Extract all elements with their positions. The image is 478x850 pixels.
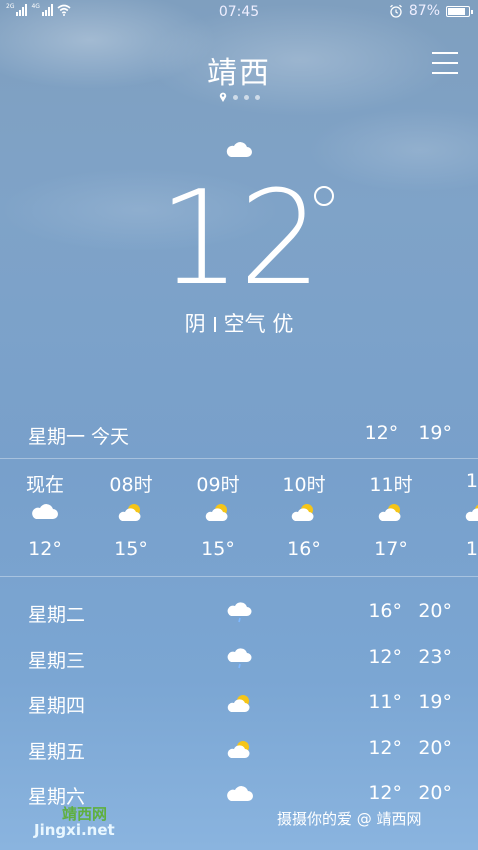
day-name: 星期五 [28, 740, 86, 763]
today-row: 星期一 今天 12° 19° [28, 422, 452, 449]
day-row[interactable]: 星期四 11° 19° [0, 687, 478, 727]
day-row[interactable]: 星期二 16° 20° [0, 596, 478, 636]
city-title[interactable]: 靖西 [0, 48, 478, 92]
cloud-icon [226, 142, 252, 157]
hour-label: 12 [465, 470, 478, 492]
location-pin-icon [219, 92, 226, 102]
hourly-forecast[interactable]: 现在 12° 08时 15° 09时 15° 10时 16° 11时 17° 12 18 [0, 470, 478, 570]
hour-temp: 15° [201, 538, 235, 560]
hour-temp: 15° [114, 538, 148, 560]
alarm-icon [389, 4, 402, 18]
hour-item: 09时 15° [188, 470, 248, 560]
day-high: 19° [418, 691, 452, 713]
hour-label: 现在 [25, 474, 64, 496]
day-low: 12° [368, 782, 402, 804]
day-low: 12° [368, 645, 402, 668]
light-rain-icon [227, 647, 252, 668]
day-row[interactable]: 星期三 12° 23° [0, 642, 478, 682]
today-low: 12° [364, 422, 399, 444]
page-dot [243, 94, 249, 100]
status-bar: 2G 4G 07:45 87% [0, 0, 478, 24]
hour-item: 12 18 [448, 470, 478, 560]
hour-item: 现在 12° [15, 470, 75, 560]
day-name: 星期三 [28, 649, 86, 672]
menu-button[interactable] [432, 52, 458, 74]
day-low: 11° [368, 691, 402, 713]
light-rain-icon [227, 602, 252, 623]
hour-item: 11时 17° [361, 470, 421, 560]
today-high: 19° [418, 422, 452, 444]
hour-label: 11时 [369, 474, 413, 496]
site-watermark: 靖西网 Jingxi.net [34, 805, 115, 839]
partly-sunny-icon [205, 504, 228, 521]
degree-symbol [314, 186, 334, 206]
partly-sunny-icon [227, 695, 250, 712]
page-dot [232, 94, 238, 100]
day-high: 23° [418, 645, 452, 668]
day-high: 20° [418, 782, 452, 804]
hour-label: 08时 [109, 474, 153, 496]
page-indicator [0, 92, 478, 102]
day-high: 20° [418, 600, 452, 622]
hour-temp: 18 [465, 538, 478, 560]
battery-percent: 87% [408, 3, 440, 19]
battery-icon [446, 5, 473, 17]
partly-sunny-icon [118, 504, 141, 521]
divider [0, 576, 478, 577]
partly-sunny-icon [378, 504, 401, 521]
hour-temp: 17° [374, 538, 408, 560]
hour-item: 10时 16° [274, 470, 334, 560]
day-low: 16° [368, 600, 402, 622]
partly-sunny-icon [227, 740, 250, 758]
page-dot [254, 94, 260, 100]
hour-label: 09时 [196, 474, 240, 496]
cloud-icon [227, 786, 253, 801]
cloud-icon [32, 504, 58, 519]
hour-temp: 16° [287, 538, 321, 560]
day-high: 20° [418, 736, 452, 759]
current-temperature: 12 [0, 168, 478, 308]
hour-label: 10时 [282, 474, 326, 496]
partly-sunny-icon [465, 504, 478, 521]
today-label: 星期一 今天 [28, 426, 130, 448]
current-condition: 阴空气 优 [0, 308, 478, 338]
menu-icon [432, 52, 458, 54]
hour-temp: 12° [28, 538, 62, 560]
day-row[interactable]: 星期五 12° 20° [0, 733, 478, 773]
weather-text: 阴 [184, 312, 206, 336]
air-quality-text: 空气 优 [223, 312, 294, 336]
partly-sunny-icon [291, 504, 314, 521]
day-name: 星期二 [28, 604, 86, 626]
day-low: 12° [368, 736, 402, 759]
divider [0, 458, 478, 459]
hour-item: 08时 15° [101, 470, 161, 560]
site-url: Jingxi.net [34, 821, 115, 839]
photo-credit: 摄摄你的爱 @ 靖西网 [277, 810, 422, 828]
day-name: 星期四 [28, 695, 86, 717]
